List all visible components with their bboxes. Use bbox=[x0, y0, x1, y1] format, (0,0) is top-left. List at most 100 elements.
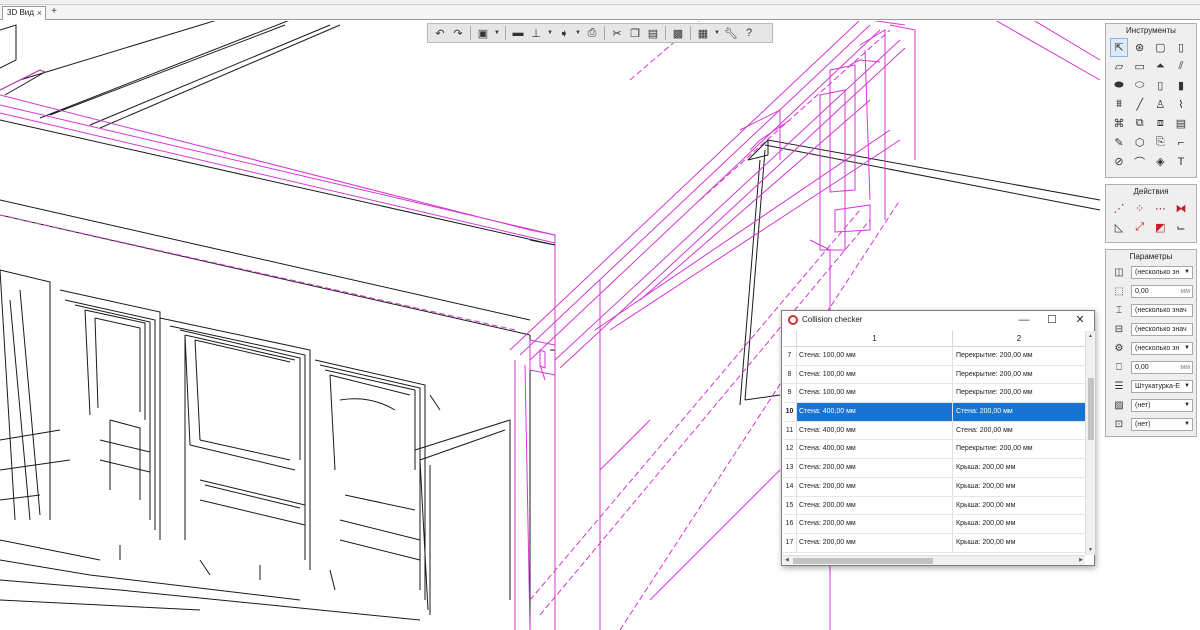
cell-element-1[interactable]: Стена: 200,00 мм bbox=[797, 459, 953, 477]
plate-icon[interactable]: ⬭ bbox=[1131, 76, 1149, 95]
export-icon[interactable]: ➧ bbox=[556, 25, 572, 41]
add-tab-button[interactable]: + bbox=[48, 6, 60, 19]
maximize-button[interactable]: ☐ bbox=[1038, 312, 1066, 329]
shape-icon[interactable]: ◈ bbox=[1151, 152, 1169, 171]
stair-icon[interactable]: ⌇ bbox=[1172, 95, 1190, 114]
dimension-icon[interactable]: ⊘ bbox=[1110, 152, 1128, 171]
structure-icon[interactable]: ⌘ bbox=[1110, 114, 1128, 133]
arc-icon[interactable]: ⌒ bbox=[1131, 152, 1149, 171]
column-header-2[interactable]: 2 bbox=[953, 331, 1085, 347]
table-row[interactable]: 7 Стена: 100,00 мм Перекрытие: 200,00 мм bbox=[783, 347, 1085, 366]
table-corner[interactable] bbox=[783, 331, 797, 347]
layers-icon[interactable]: ⊥ bbox=[528, 25, 544, 41]
vertical-scrollbar[interactable]: ▲ ▼ bbox=[1085, 331, 1095, 555]
scroll-up-icon[interactable]: ▲ bbox=[1088, 333, 1093, 339]
offset-field[interactable]: 0,00 мм bbox=[1131, 361, 1193, 374]
row-number[interactable]: 8 bbox=[783, 365, 797, 384]
pillar-icon[interactable]: ▮ bbox=[1172, 76, 1190, 95]
row-number[interactable]: 10 bbox=[783, 403, 797, 421]
corner-icon[interactable]: ⌙ bbox=[1172, 218, 1190, 237]
cell-element-1[interactable]: Стена: 100,00 мм bbox=[797, 384, 953, 403]
cell-element-1[interactable]: Стена: 200,00 мм bbox=[797, 477, 953, 496]
cell-element-1[interactable]: Стена: 200,00 мм bbox=[797, 533, 953, 552]
scroll-thumb-horizontal[interactable] bbox=[793, 558, 933, 564]
document-icon[interactable]: ⎘ bbox=[1151, 133, 1169, 152]
row-number[interactable]: 7 bbox=[783, 347, 797, 365]
print-icon[interactable]: ⎙ bbox=[584, 25, 600, 41]
cell-element-2[interactable]: Крыша: 200,00 мм bbox=[953, 497, 1085, 515]
paste-icon[interactable]: ▤ bbox=[645, 25, 661, 41]
table-row[interactable]: 10 Стена: 400,00 мм Стена: 200,00 мм bbox=[783, 403, 1085, 422]
sphere-icon[interactable]: ⬡ bbox=[1131, 133, 1149, 152]
pencil-icon[interactable]: ✎ bbox=[1110, 133, 1128, 152]
table-row[interactable]: 14 Стена: 200,00 мм Крыша: 200,00 мм bbox=[783, 477, 1085, 497]
door-icon[interactable]: ▯ bbox=[1151, 76, 1169, 95]
row-number[interactable]: 14 bbox=[783, 477, 797, 496]
chevron-down-icon[interactable]: ▼ bbox=[493, 30, 501, 36]
scroll-thumb[interactable] bbox=[1088, 378, 1094, 440]
copy-icon[interactable]: ❐ bbox=[627, 25, 643, 41]
grid-icon[interactable]: ▦ bbox=[695, 25, 711, 41]
object-icon[interactable]: ⧉ bbox=[1131, 114, 1149, 133]
cell-element-2[interactable]: Перекрытие: 200,00 мм bbox=[953, 347, 1085, 365]
render-icon[interactable]: ▩ bbox=[670, 25, 686, 41]
fixture-icon[interactable]: ▤ bbox=[1172, 114, 1190, 133]
table-row[interactable]: 11 Стена: 400,00 мм Стена: 200,00 мм bbox=[783, 421, 1085, 441]
row-number[interactable]: 15 bbox=[783, 496, 797, 515]
row-number[interactable]: 11 bbox=[783, 421, 797, 440]
rotate-icon[interactable]: ◺ bbox=[1110, 218, 1128, 237]
minimize-button[interactable]: — bbox=[1010, 312, 1038, 329]
cell-element-2[interactable]: Стена: 200,00 мм bbox=[953, 403, 1085, 421]
tab-3d-view[interactable]: 3D Вид × bbox=[2, 6, 46, 20]
dashed-icon[interactable]: ⋯ bbox=[1151, 199, 1169, 218]
cell-element-2[interactable]: Крыша: 200,00 мм bbox=[953, 478, 1085, 496]
cell-element-2[interactable]: Перекрытие: 200,00 мм bbox=[953, 440, 1085, 458]
cell-element-2[interactable]: Перекрытие: 200,00 мм bbox=[953, 384, 1085, 402]
selection-set-icon[interactable]: ⊛ bbox=[1131, 38, 1149, 57]
cut-icon[interactable]: ✂ bbox=[609, 25, 625, 41]
cell-element-1[interactable]: Стена: 100,00 мм bbox=[797, 347, 953, 365]
chevron-down-icon[interactable]: ▼ bbox=[546, 30, 554, 36]
table-row[interactable]: 15 Стена: 200,00 мм Крыша: 200,00 мм bbox=[783, 496, 1085, 516]
tab-close-icon[interactable]: × bbox=[37, 7, 42, 19]
thickness-field[interactable]: (несколько знач bbox=[1131, 323, 1193, 336]
tag-select[interactable]: (нет) ▼ bbox=[1131, 418, 1193, 431]
slab-icon[interactable]: ▱ bbox=[1110, 57, 1128, 76]
row-number[interactable]: 13 bbox=[783, 459, 797, 477]
folder-icon[interactable]: ▬ bbox=[510, 25, 526, 41]
collision-checker-titlebar[interactable]: Collision checker — ☐ ✕ bbox=[782, 311, 1094, 330]
undo-icon[interactable]: ↶ bbox=[432, 25, 448, 41]
chevron-down-icon[interactable]: ▼ bbox=[713, 30, 721, 36]
table-row[interactable]: 8 Стена: 100,00 мм Перекрытие: 200,00 мм bbox=[783, 365, 1085, 385]
style-select[interactable]: (несколько зн ▼ bbox=[1131, 342, 1193, 355]
close-button[interactable]: ✕ bbox=[1066, 312, 1094, 329]
cell-element-1[interactable]: Стена: 200,00 мм bbox=[797, 496, 953, 515]
cell-element-2[interactable]: Крыша: 200,00 мм bbox=[953, 534, 1085, 552]
table-row[interactable]: 16 Стена: 200,00 мм Крыша: 200,00 мм bbox=[783, 515, 1085, 534]
cell-element-2[interactable]: Стена: 200,00 мм bbox=[953, 422, 1085, 440]
window-icon[interactable]: ▢ bbox=[1151, 38, 1169, 57]
select-icon[interactable]: ⇱ bbox=[1110, 38, 1128, 57]
view-cube-icon[interactable]: ▣ bbox=[475, 25, 491, 41]
table-row[interactable]: 17 Стена: 200,00 мм Крыша: 200,00 мм bbox=[783, 533, 1085, 553]
row-number[interactable]: 16 bbox=[783, 515, 797, 533]
help-icon[interactable]: ? bbox=[741, 25, 757, 41]
chevron-down-icon[interactable]: ▼ bbox=[574, 30, 582, 36]
cell-element-1[interactable]: Стена: 400,00 мм bbox=[797, 421, 953, 440]
offset-icon[interactable]: ⋰ bbox=[1110, 199, 1128, 218]
horizontal-scrollbar[interactable]: ◀ ▶ bbox=[783, 555, 1085, 565]
line-icon[interactable]: ╱ bbox=[1131, 95, 1149, 114]
cell-element-1[interactable]: Стена: 200,00 мм bbox=[797, 515, 953, 533]
table-row[interactable]: 13 Стена: 200,00 мм Крыша: 200,00 мм bbox=[783, 459, 1085, 478]
table-row[interactable]: 9 Стена: 100,00 мм Перекрытие: 200,00 мм bbox=[783, 384, 1085, 404]
bracket-icon[interactable]: ⌐ bbox=[1172, 133, 1190, 152]
row-number[interactable]: 17 bbox=[783, 533, 797, 552]
redo-icon[interactable]: ↷ bbox=[450, 25, 466, 41]
column-header-1[interactable]: 1 bbox=[797, 331, 953, 347]
fill-icon[interactable]: ◩ bbox=[1151, 218, 1169, 237]
finish-select[interactable]: Штукатурка-Е ▼ bbox=[1131, 380, 1193, 393]
array-icon[interactable]: ⁘ bbox=[1131, 199, 1149, 218]
cell-element-1[interactable]: Стена: 400,00 мм bbox=[797, 440, 953, 459]
row-number[interactable]: 12 bbox=[783, 440, 797, 459]
settings-icon[interactable]: 🔧︎ bbox=[723, 25, 739, 41]
